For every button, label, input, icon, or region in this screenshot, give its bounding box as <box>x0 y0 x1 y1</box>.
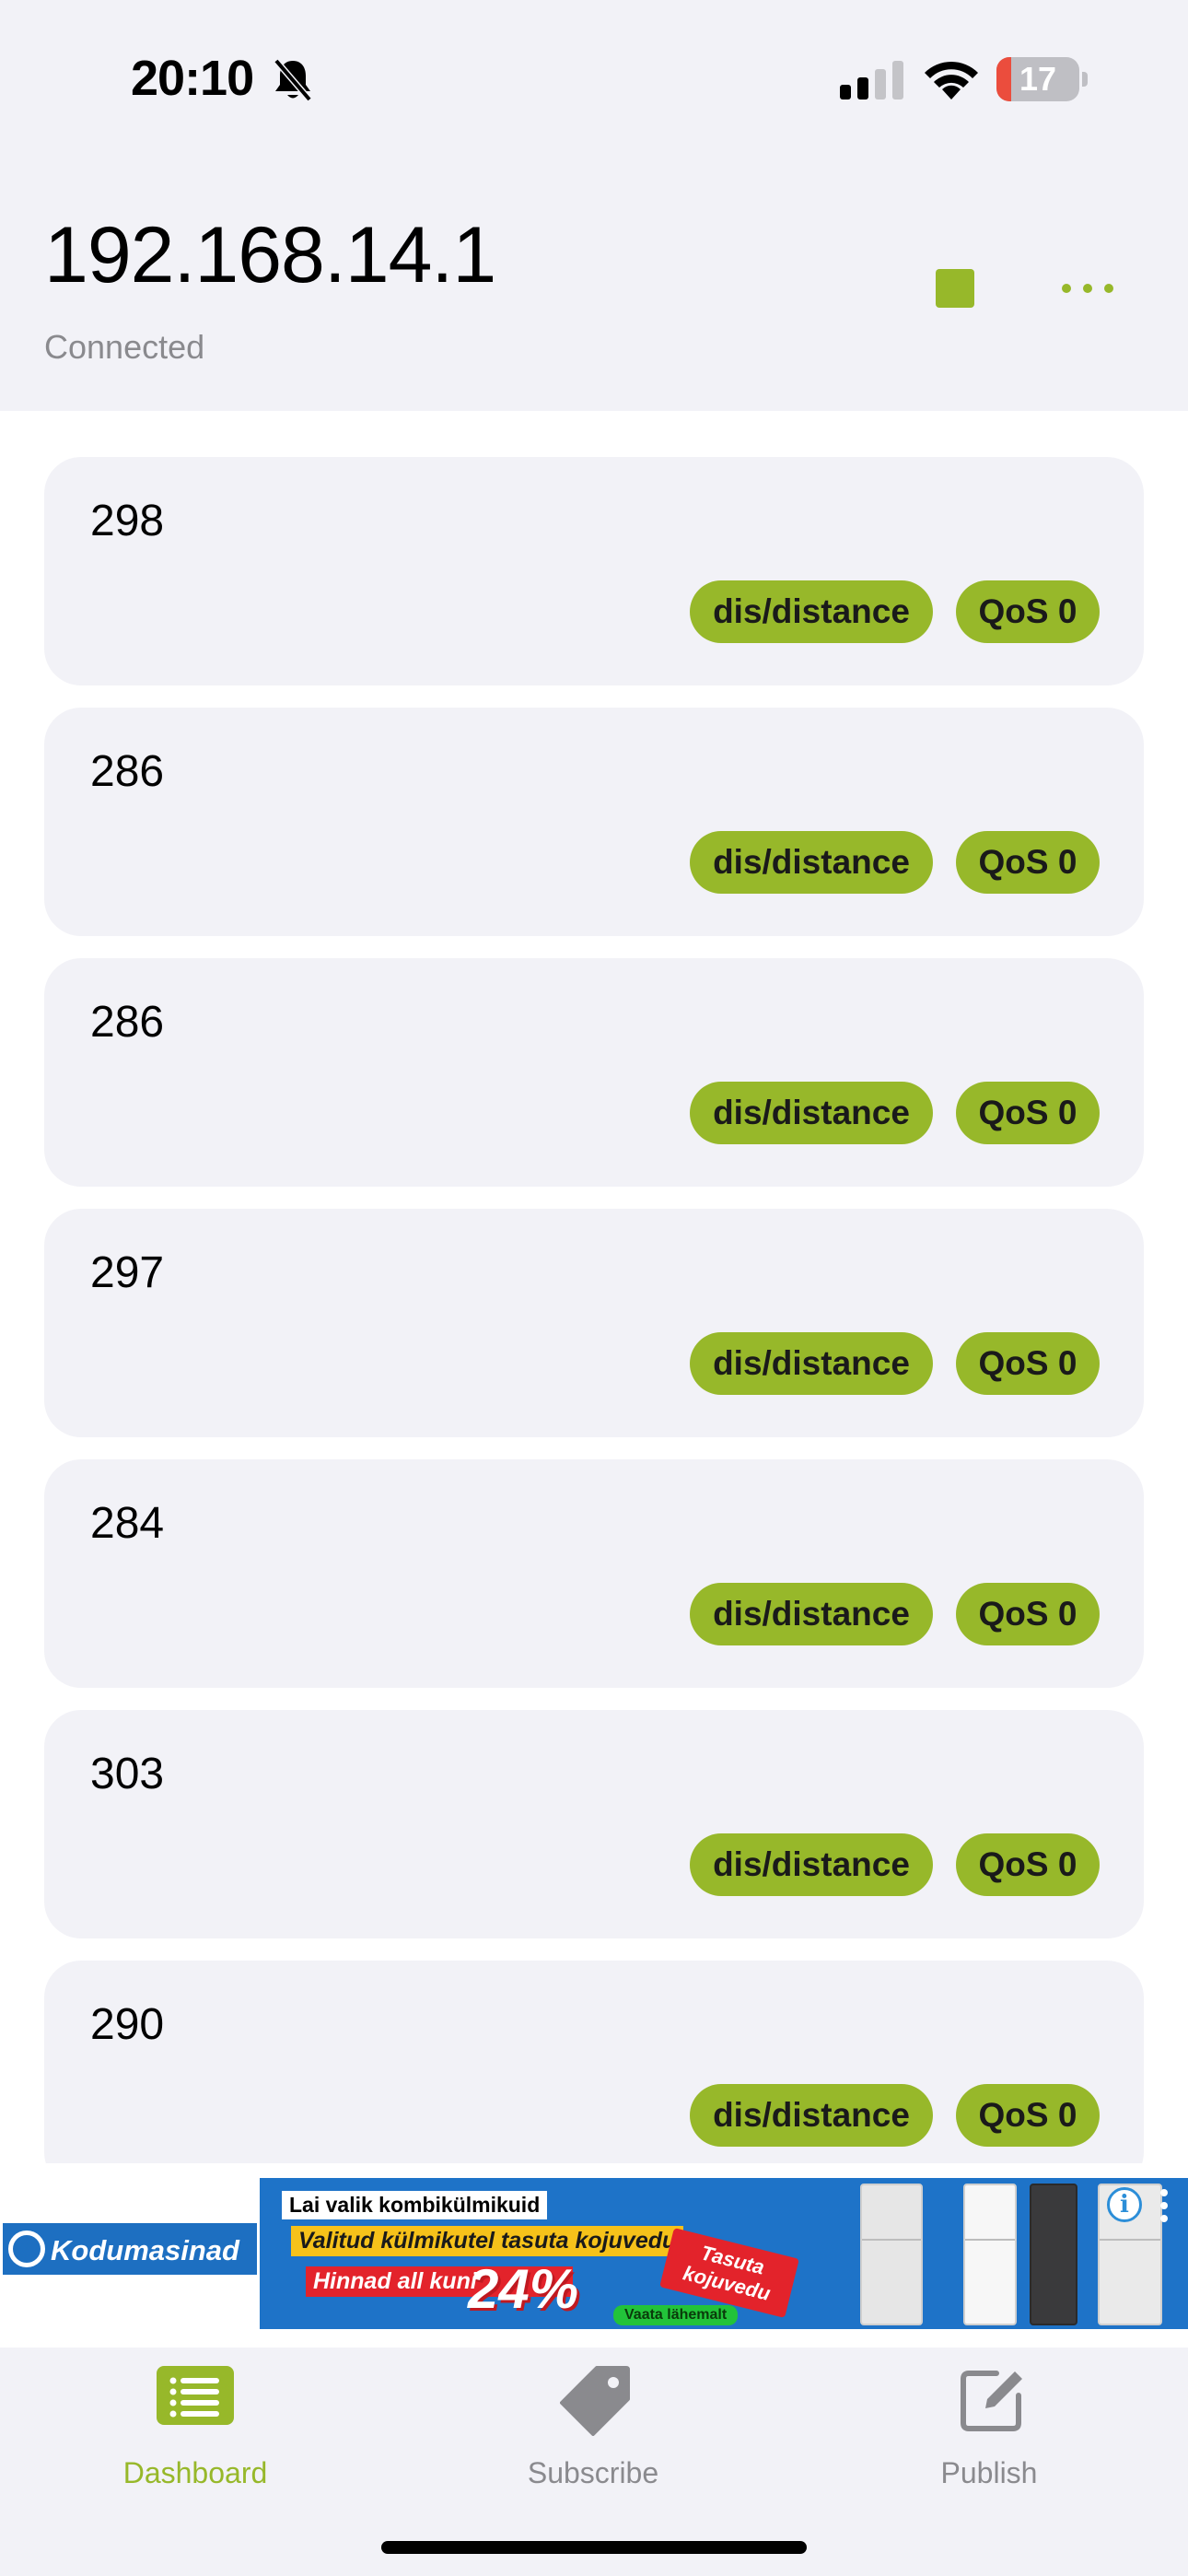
message-value: 303 <box>90 1750 165 1798</box>
top-area: 20:10 17 192.168.14.1 Connected <box>0 0 1188 411</box>
more-icon[interactable] <box>1057 273 1118 304</box>
message-card[interactable]: 286 dis/distance QoS 0 <box>44 958 1144 1187</box>
qos-badge: QoS 0 <box>956 1833 1100 1896</box>
message-card[interactable]: 298 dis/distance QoS 0 <box>44 457 1144 685</box>
qos-badge: QoS 0 <box>956 580 1100 643</box>
ad-info-icon[interactable]: i <box>1107 2187 1142 2222</box>
message-value: 284 <box>90 1499 165 1548</box>
message-value: 286 <box>90 747 165 796</box>
tab-label: Subscribe <box>527 2456 659 2489</box>
broker-host: 192.168.14.1 <box>44 211 496 299</box>
tab-publish[interactable]: Publish <box>879 2366 1100 2495</box>
fridge-image <box>860 2184 923 2325</box>
topic-badge: dis/distance <box>690 1583 933 1645</box>
stop-icon[interactable] <box>936 269 974 308</box>
topic-badge: dis/distance <box>690 1332 933 1395</box>
ad-cta-button[interactable]: Vaata lähemalt <box>613 2305 739 2325</box>
ad-headline: Lai valik kombikülmikuid <box>282 2191 548 2219</box>
qos-badge: QoS 0 <box>956 831 1100 894</box>
message-value: 290 <box>90 2000 165 2049</box>
ad-brand-logo: Kodumasinad <box>0 2220 260 2277</box>
tab-label: Publish <box>940 2456 1038 2489</box>
qos-badge: QoS 0 <box>956 2084 1100 2147</box>
qos-badge: QoS 0 <box>956 1583 1100 1645</box>
topic-badge: dis/distance <box>690 1082 933 1144</box>
fridge-image <box>1030 2184 1077 2325</box>
topic-badge: dis/distance <box>690 2084 933 2147</box>
ad-percent: 24% <box>468 2258 579 2320</box>
fridge-image <box>963 2184 1017 2325</box>
ad-banner[interactable]: Kodumasinad Lai valik kombikülmikuid Val… <box>0 2163 1188 2348</box>
cellular-signal-icon <box>840 61 903 100</box>
ad-menu-icon[interactable] <box>1155 2185 1173 2226</box>
status-bar: 20:10 17 <box>0 0 1188 157</box>
compose-icon <box>961 2371 1022 2431</box>
message-value: 286 <box>90 998 165 1047</box>
message-value: 298 <box>90 497 165 545</box>
list-icon <box>157 2366 234 2425</box>
tab-dashboard[interactable]: Dashboard <box>85 2366 306 2495</box>
battery-level: 17 <box>1019 60 1057 98</box>
topic-badge: dis/distance <box>690 831 933 894</box>
message-card[interactable]: 297 dis/distance QoS 0 <box>44 1209 1144 1437</box>
message-value: 297 <box>90 1248 165 1297</box>
ad-brand: Kodumasinad <box>51 2234 239 2266</box>
home-indicator[interactable] <box>381 2541 807 2554</box>
message-card[interactable]: 290 dis/distance QoS 0 <box>44 1961 1144 2163</box>
message-list[interactable]: 298 dis/distance QoS 0 286 dis/distance … <box>0 411 1188 2163</box>
qos-badge: QoS 0 <box>956 1082 1100 1144</box>
ad-creative[interactable]: Lai valik kombikülmikuid Valitud külmiku… <box>260 2178 1188 2329</box>
wifi-icon <box>925 61 978 100</box>
message-card[interactable]: 303 dis/distance QoS 0 <box>44 1710 1144 1938</box>
battery-icon: 17 <box>996 57 1089 101</box>
bell-slash-icon <box>274 58 312 102</box>
connection-status: Connected <box>44 328 205 366</box>
tab-label: Dashboard <box>122 2456 268 2489</box>
ad-subline: Valitud külmikutel tasuta kojuvedu <box>291 2226 684 2256</box>
qos-badge: QoS 0 <box>956 1332 1100 1395</box>
message-card[interactable]: 286 dis/distance QoS 0 <box>44 708 1144 936</box>
tag-icon <box>560 2366 630 2436</box>
tab-subscribe[interactable]: Subscribe <box>483 2366 704 2495</box>
status-time: 20:10 <box>131 51 254 106</box>
topic-badge: dis/distance <box>690 580 933 643</box>
message-card[interactable]: 284 dis/distance QoS 0 <box>44 1459 1144 1688</box>
topic-badge: dis/distance <box>690 1833 933 1896</box>
